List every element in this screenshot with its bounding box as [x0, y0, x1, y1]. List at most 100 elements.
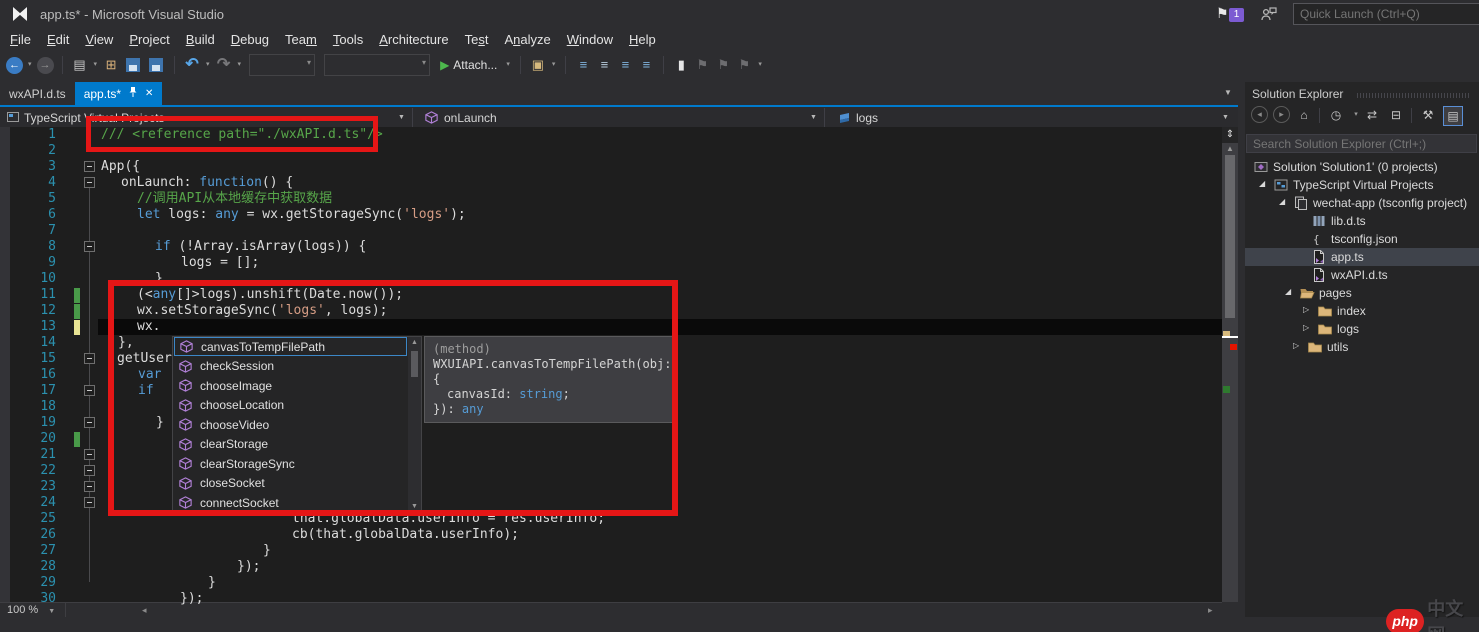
save-button[interactable] [126, 58, 140, 72]
menu-file[interactable]: File [2, 29, 39, 50]
redo-button[interactable]: ↷ [215, 54, 233, 76]
editor-vertical-scrollbar[interactable]: ⇕ ▲ ▼ [1222, 127, 1238, 617]
fold-collapse-button[interactable] [84, 177, 95, 188]
undo-dropdown[interactable]: ▾ [204, 54, 212, 76]
code-line[interactable]: } [263, 543, 271, 559]
tree-item-wechat-app[interactable]: ◢wechat-app (tsconfig project) [1245, 194, 1479, 212]
attach-button[interactable]: Attach... [453, 58, 497, 72]
code-line[interactable]: logs = []; [181, 255, 259, 271]
menu-build[interactable]: Build [178, 29, 223, 50]
menu-project[interactable]: Project [121, 29, 177, 50]
code-line[interactable]: } [208, 575, 216, 591]
menu-team[interactable]: Team [277, 29, 325, 50]
menu-window[interactable]: Window [559, 29, 621, 50]
navigate-backward-dropdown[interactable]: ▾ [26, 54, 34, 76]
menu-debug[interactable]: Debug [223, 29, 277, 50]
undo-button[interactable]: ↶ [183, 54, 201, 76]
increase-indent-button[interactable]: ≡ [637, 54, 655, 76]
chevron-expanded-icon[interactable]: ◢ [1259, 179, 1271, 188]
chevron-expanded-icon[interactable]: ◢ [1279, 197, 1291, 206]
solution-configurations-combobox[interactable] [249, 54, 315, 76]
code-line[interactable]: }); [180, 591, 203, 607]
navbar-member-caret-icon[interactable]: ▼ [810, 114, 817, 121]
menu-tools[interactable]: Tools [325, 29, 371, 50]
code-line[interactable]: cb(that.globalData.userInfo); [292, 527, 519, 543]
back-button[interactable]: ◂ [1251, 106, 1268, 123]
uncomment-lines-button[interactable]: ≡ [595, 54, 613, 76]
menu-analyze[interactable]: Analyze [496, 29, 558, 50]
tree-item-utils[interactable]: ▷utils [1245, 338, 1479, 356]
scrollbar-thumb[interactable] [1225, 155, 1235, 318]
navigate-backward-button[interactable]: ← [6, 57, 23, 74]
find-dropdown[interactable]: ▾ [550, 54, 558, 76]
filter-dropdown[interactable]: ▾ [1351, 106, 1361, 124]
bookmark-dropdown[interactable]: ▾ [756, 54, 764, 76]
fold-collapse-button[interactable] [84, 481, 95, 492]
chevron-collapsed-icon[interactable]: ▷ [1293, 341, 1305, 350]
fold-collapse-button[interactable] [84, 417, 95, 428]
chevron-collapsed-icon[interactable]: ▷ [1303, 305, 1315, 314]
decrease-indent-button[interactable]: ≡ [616, 54, 634, 76]
tab-appts[interactable]: app.ts*✕ [75, 82, 163, 105]
code-line[interactable]: //调用API从本地缓存中获取数据 [137, 191, 332, 207]
menu-view[interactable]: View [77, 29, 121, 50]
tree-item-index[interactable]: ▷index [1245, 302, 1479, 320]
solution-platforms-combobox[interactable] [324, 54, 430, 76]
fold-collapse-button[interactable] [84, 353, 95, 364]
fold-collapse-button[interactable] [84, 449, 95, 460]
code-line[interactable]: if (!Array.isArray(logs)) { [155, 239, 366, 255]
solution-explorer-search-input[interactable] [1246, 134, 1477, 153]
comment-lines-button[interactable]: ≡ [574, 54, 592, 76]
show-all-files-button[interactable]: ▤ [1443, 106, 1463, 126]
properties-wrench-button[interactable]: ⚒ [1419, 106, 1437, 124]
attach-play-icon[interactable]: ▶ [440, 58, 449, 72]
navigate-forward-button[interactable]: → [37, 57, 54, 74]
code-line[interactable]: App({ [101, 159, 140, 175]
collapse-all-button[interactable]: ⊟ [1387, 106, 1405, 124]
add-item-button[interactable]: ⊞ [102, 54, 120, 76]
find-in-files-button[interactable]: ▣ [529, 54, 547, 76]
tree-item-app.ts[interactable]: app.ts [1245, 248, 1479, 266]
scroll-up-icon[interactable]: ▲ [1222, 144, 1238, 153]
feedback-icon[interactable] [1260, 5, 1278, 23]
fold-collapse-button[interactable] [84, 465, 95, 476]
fold-collapse-button[interactable] [84, 385, 95, 396]
editor-zoom-control[interactable]: 100 %▼ [0, 603, 66, 617]
scroll-right-icon[interactable]: ▸ [1208, 605, 1213, 616]
navbar-field-caret-icon[interactable]: ▼ [1222, 114, 1229, 121]
fold-collapse-button[interactable] [84, 241, 95, 252]
scroll-left-icon[interactable]: ◂ [142, 605, 147, 616]
code-line[interactable]: onLaunch: function() { [121, 175, 293, 191]
tree-item-Solution[interactable]: Solution 'Solution1' (0 projects) [1245, 158, 1479, 176]
panel-grip[interactable] [1357, 93, 1469, 98]
menu-edit[interactable]: Edit [39, 29, 77, 50]
home-button[interactable]: ⌂ [1295, 106, 1313, 124]
tree-item-logs[interactable]: ▷logs [1245, 320, 1479, 338]
pending-changes-filter-button[interactable]: ◷ [1327, 106, 1345, 124]
close-icon[interactable]: ✕ [145, 88, 153, 99]
chevron-expanded-icon[interactable]: ◢ [1285, 287, 1297, 296]
clear-bookmarks-button[interactable]: ⚑ [735, 54, 753, 76]
fold-collapse-button[interactable] [84, 161, 95, 172]
tab-list-dropdown[interactable]: ▼ [1224, 88, 1232, 97]
tree-item-TypeScript[interactable]: ◢TypeScript Virtual Projects [1245, 176, 1479, 194]
navbar-project-caret-icon[interactable]: ▼ [398, 114, 405, 121]
tree-item-wxAPI.d.ts[interactable]: wxAPI.d.ts [1245, 266, 1479, 284]
chevron-collapsed-icon[interactable]: ▷ [1303, 323, 1315, 332]
new-file-dropdown[interactable]: ▾ [92, 54, 100, 76]
pin-icon[interactable] [128, 86, 138, 101]
code-line[interactable]: }); [237, 559, 260, 575]
save-all-button[interactable] [149, 58, 163, 72]
navbar-member-dropdown[interactable]: onLaunch [444, 111, 497, 125]
notifications-flag-icon[interactable]: ⚑ [1216, 5, 1229, 22]
menu-help[interactable]: Help [621, 29, 664, 50]
tree-item-tsconfig.json[interactable]: { }tsconfig.json [1245, 230, 1479, 248]
attach-dropdown[interactable]: ▾ [504, 54, 512, 76]
tree-item-pages[interactable]: ◢pages [1245, 284, 1479, 302]
new-file-button[interactable]: ▤ [71, 54, 89, 76]
next-bookmark-button[interactable]: ⚑ [714, 54, 732, 76]
toggle-bookmark-button[interactable]: ▮ [672, 54, 690, 76]
fold-collapse-button[interactable] [84, 497, 95, 508]
forward-button[interactable]: ▸ [1273, 106, 1290, 123]
navbar-field-dropdown[interactable]: logs [856, 111, 878, 125]
